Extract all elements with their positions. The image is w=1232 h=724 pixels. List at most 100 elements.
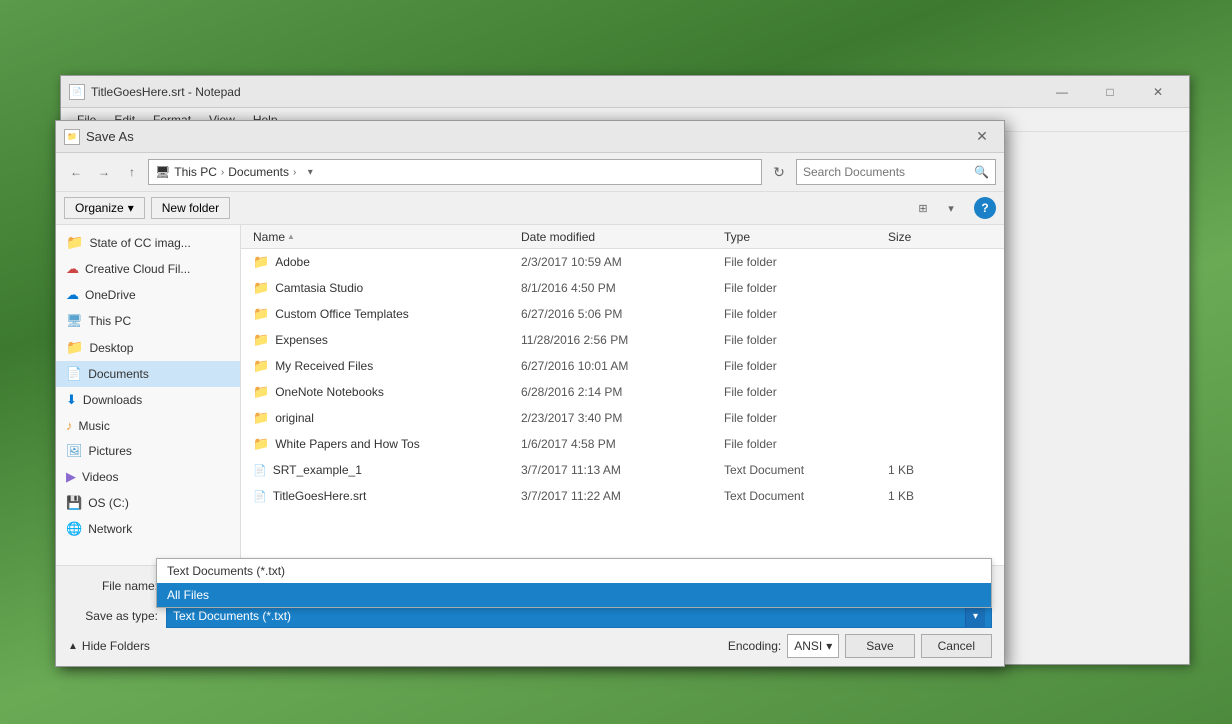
refresh-button[interactable]: ↻ [766, 159, 792, 185]
table-row[interactable]: 📁 Camtasia Studio 8/1/2016 4:50 PM File … [241, 275, 1004, 301]
breadcrumb-arrow-1: › [221, 167, 224, 178]
save-button[interactable]: Save [845, 634, 914, 658]
folder-icon: 📁 [253, 410, 269, 426]
file-name: Camtasia Studio [275, 281, 363, 295]
table-row[interactable]: 📄 SRT_example_1 3/7/2017 11:13 AM Text D… [241, 457, 1004, 483]
view-buttons: ⊞ ▾ [910, 196, 964, 220]
sidebar-item-documents[interactable]: 📄 Documents [56, 361, 240, 387]
file-name-cell: 📁 OneNote Notebooks [249, 384, 517, 400]
hide-folders-button[interactable]: ▲ Hide Folders [68, 639, 150, 653]
new-folder-button[interactable]: New folder [151, 197, 230, 219]
file-name-cell: 📄 TitleGoesHere.srt [249, 489, 517, 503]
sidebar-item-onedrive[interactable]: ☁ OneDrive [56, 282, 240, 308]
drive-icon: 💾 [66, 495, 82, 511]
file-name: White Papers and How Tos [275, 437, 420, 451]
footer-action-buttons: Encoding: ANSI ▾ Save Cancel [728, 634, 992, 658]
dialog-navigation-toolbar: ← → ↑ 🖥 This PC › Documents › ▾ ↻ 🔍 [56, 153, 1004, 192]
savetype-value: Text Documents (*.txt) [173, 609, 965, 623]
encoding-value: ANSI [794, 639, 822, 653]
search-input[interactable] [803, 165, 970, 179]
table-row[interactable]: 📁 My Received Files 6/27/2016 10:01 AM F… [241, 353, 1004, 379]
file-name-cell: 📁 My Received Files [249, 358, 517, 374]
organize-button[interactable]: Organize ▾ [64, 197, 145, 219]
dialog-close-button[interactable]: ✕ [968, 125, 996, 149]
pictures-icon: 🖼 [66, 443, 83, 459]
onedrive-icon: ☁ [66, 287, 79, 303]
sidebar-item-state-of-cc[interactable]: 📁 State of CC imag... [56, 229, 240, 256]
column-type-header[interactable]: Type [720, 230, 884, 244]
sidebar-item-videos[interactable]: ▶ Videos [56, 464, 240, 490]
savetype-dropdown-popup: Text Documents (*.txt) All Files [156, 558, 992, 608]
dialog-titlebar: 📁 Save As ✕ [56, 121, 1004, 153]
file-name-cell: 📄 SRT_example_1 [249, 463, 517, 477]
file-date: 2/23/2017 3:40 PM [517, 411, 720, 425]
sidebar-item-desktop[interactable]: 📁 Desktop [56, 334, 240, 361]
notepad-title: TitleGoesHere.srt - Notepad [91, 85, 241, 99]
breadcrumb-root-icon: 🖥 [155, 165, 170, 179]
back-button[interactable]: ← [64, 160, 88, 184]
sidebar-item-os-c[interactable]: 💾 OS (C:) [56, 490, 240, 516]
file-date: 3/7/2017 11:13 AM [517, 463, 720, 477]
downloads-icon: ⬇ [66, 392, 77, 408]
txt-icon: 📄 [253, 490, 267, 503]
folder-yellow-icon: 📁 [66, 234, 83, 251]
view-grid-button[interactable]: ⊞ [910, 196, 936, 220]
help-button[interactable]: ? [974, 197, 996, 219]
sidebar-item-creative-cloud[interactable]: ☁ Creative Cloud Fil... [56, 256, 240, 282]
table-row[interactable]: 📁 White Papers and How Tos 1/6/2017 4:58… [241, 431, 1004, 457]
notepad-minimize-button[interactable]: — [1039, 78, 1085, 106]
view-dropdown-button[interactable]: ▾ [938, 196, 964, 220]
notepad-maximize-button[interactable]: □ [1087, 78, 1133, 106]
videos-icon: ▶ [66, 469, 76, 485]
notepad-app-icon: 📄 [69, 84, 85, 100]
savetype-label: Save as type: [68, 609, 158, 623]
table-row[interactable]: 📁 Adobe 2/3/2017 10:59 AM File folder [241, 249, 1004, 275]
folder-icon: 📁 [253, 436, 269, 452]
encoding-wrapper: Encoding: ANSI ▾ [728, 634, 839, 658]
notepad-close-button[interactable]: ✕ [1135, 78, 1181, 106]
sidebar-item-music[interactable]: ♪ Music [56, 413, 240, 438]
breadcrumb-bar[interactable]: 🖥 This PC › Documents › ▾ [148, 159, 762, 185]
search-icon: 🔍 [974, 165, 989, 179]
sidebar-item-this-pc[interactable]: 🖥 This PC [56, 308, 240, 334]
column-date-header[interactable]: Date modified [517, 230, 720, 244]
column-size-header[interactable]: Size [884, 230, 996, 244]
file-name-cell: 📁 original [249, 410, 517, 426]
file-size: 1 KB [884, 463, 996, 477]
save-as-dialog: 📁 Save As ✕ ← → ↑ 🖥 This PC › Documents … [55, 120, 1005, 667]
file-date: 8/1/2016 4:50 PM [517, 281, 720, 295]
table-row[interactable]: 📄 TitleGoesHere.srt 3/7/2017 11:22 AM Te… [241, 483, 1004, 509]
sidebar-item-network[interactable]: 🌐 Network [56, 516, 240, 542]
file-name: Expenses [275, 333, 328, 347]
file-name-cell: 📁 Expenses [249, 332, 517, 348]
breadcrumb-dropdown-button[interactable]: ▾ [300, 161, 320, 183]
file-name: SRT_example_1 [273, 463, 362, 477]
table-row[interactable]: 📁 Expenses 11/28/2016 2:56 PM File folde… [241, 327, 1004, 353]
cancel-button[interactable]: Cancel [921, 634, 992, 658]
dropdown-option-txt[interactable]: Text Documents (*.txt) [157, 559, 991, 583]
savetype-dropdown-arrow: ▾ [965, 605, 985, 627]
sidebar-item-pictures[interactable]: 🖼 Pictures [56, 438, 240, 464]
file-list: Name ▲ Date modified Type Size 📁 Adobe [241, 225, 1004, 565]
dialog-body: 📁 State of CC imag... ☁ Creative Cloud F… [56, 225, 1004, 565]
file-name-cell: 📁 White Papers and How Tos [249, 436, 517, 452]
encoding-select[interactable]: ANSI ▾ [787, 634, 839, 658]
file-type: File folder [720, 333, 884, 347]
file-name: My Received Files [275, 359, 373, 373]
forward-button[interactable]: → [92, 160, 116, 184]
dialog-icon: 📁 [64, 129, 80, 145]
table-row[interactable]: 📁 original 2/23/2017 3:40 PM File folder [241, 405, 1004, 431]
file-date: 2/3/2017 10:59 AM [517, 255, 720, 269]
dropdown-option-allfiles[interactable]: All Files [157, 583, 991, 607]
column-name-header[interactable]: Name ▲ [249, 230, 517, 244]
table-row[interactable]: 📁 OneNote Notebooks 6/28/2016 2:14 PM Fi… [241, 379, 1004, 405]
sidebar-item-downloads[interactable]: ⬇ Downloads [56, 387, 240, 413]
file-name: OneNote Notebooks [275, 385, 384, 399]
breadcrumb-this-pc: This PC [174, 165, 217, 179]
table-row[interactable]: 📁 Custom Office Templates 6/27/2016 5:06… [241, 301, 1004, 327]
search-box: 🔍 [796, 159, 996, 185]
up-button[interactable]: ↑ [120, 160, 144, 184]
encoding-label: Encoding: [728, 639, 781, 653]
file-size: 1 KB [884, 489, 996, 503]
file-type: File folder [720, 255, 884, 269]
